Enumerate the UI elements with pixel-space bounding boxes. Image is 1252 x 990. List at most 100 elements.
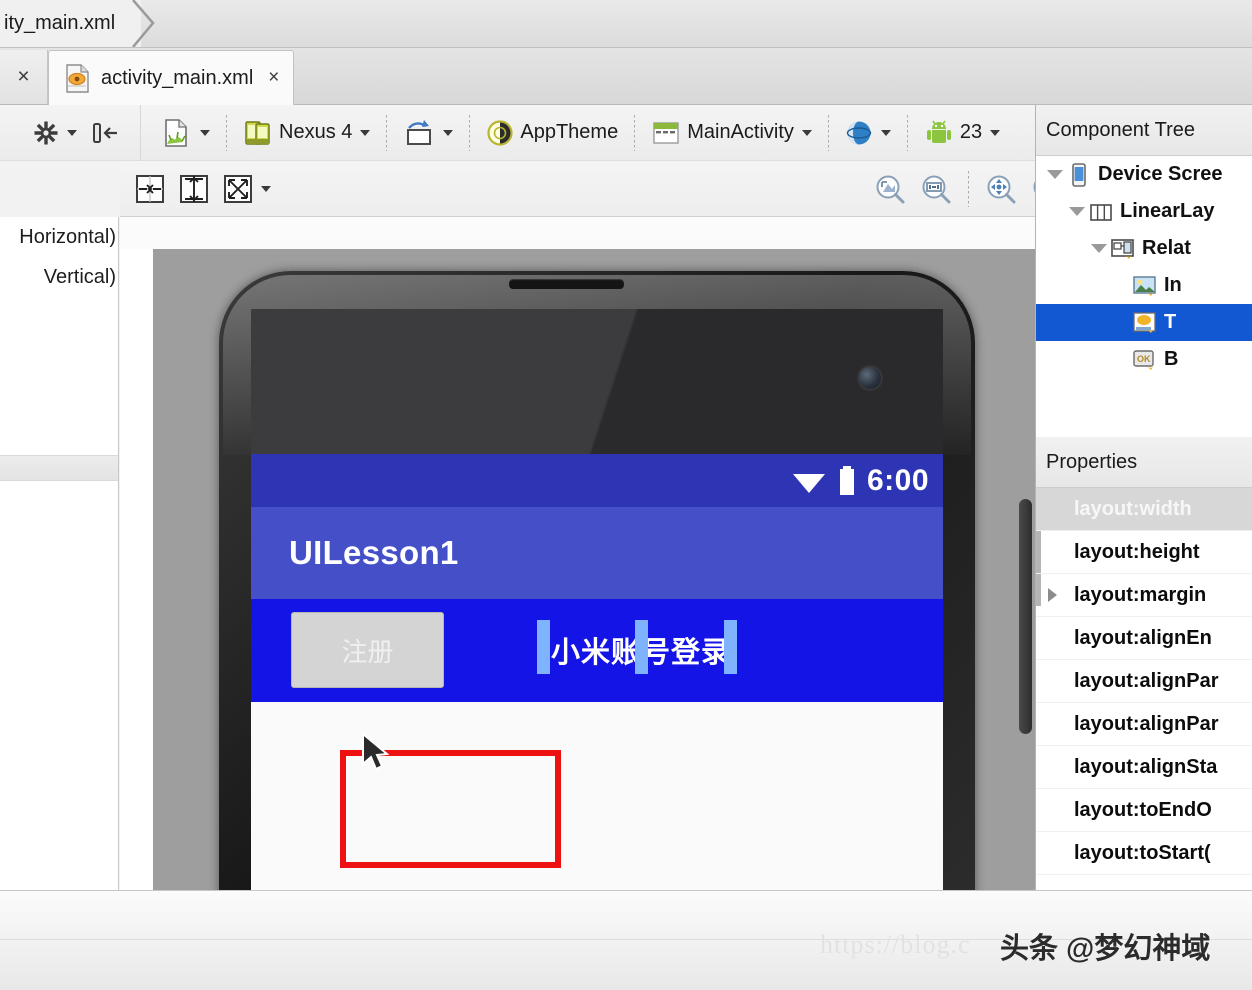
orientation-selector[interactable]: [396, 111, 460, 155]
selection-handle-left[interactable]: [537, 620, 550, 674]
toolbar-divider: [906, 114, 908, 151]
right-tool-panel: Component Tree Device Scree LinearLay Re…: [1035, 105, 1252, 890]
chevron-down-icon: [360, 129, 371, 136]
property-row-layout-alignparent-1[interactable]: layout:alignPar: [1036, 660, 1252, 703]
tree-node-label: Relat: [1142, 237, 1191, 259]
tree-node-relativelayout[interactable]: Relat: [1036, 230, 1252, 267]
toolbar-divider: [968, 170, 969, 207]
tab-close-icon[interactable]: ×: [268, 67, 279, 89]
property-label: layout:alignPar: [1074, 712, 1219, 735]
imageview-icon: [1133, 275, 1156, 296]
property-row-wrap: layout:height: [1036, 531, 1252, 574]
locale-selector[interactable]: [838, 111, 898, 155]
chevron-down-icon: [1047, 170, 1063, 179]
android-action-bar[interactable]: UILesson1: [251, 507, 943, 599]
property-row-layout-height[interactable]: layout:height: [1036, 531, 1252, 574]
design-canvas[interactable]: 6:00 UILesson1 注册 小米账号登录: [120, 217, 1035, 890]
palette-item-linearlayout-horizontal[interactable]: Horizontal): [0, 217, 118, 257]
close-all-tabs-button[interactable]: ×: [0, 50, 48, 104]
editor-tab-bar: × activity_main.xml ×: [0, 48, 1252, 105]
property-label: layout:alignPar: [1074, 669, 1219, 692]
property-row-layout-toendof[interactable]: layout:toEndO: [1036, 789, 1252, 832]
zoom-to-fit-button[interactable]: [867, 167, 913, 211]
align-vertical-center-button[interactable]: [172, 167, 216, 211]
tree-node-button[interactable]: OK B: [1036, 341, 1252, 378]
property-row-layout-alignend[interactable]: layout:alignEn: [1036, 617, 1252, 660]
api-level-selector[interactable]: 23: [917, 111, 1007, 155]
properties-header: Properties: [1036, 437, 1252, 488]
properties-title: Properties: [1046, 450, 1138, 473]
tree-node-label: T: [1164, 311, 1177, 333]
tree-node-device-screen[interactable]: Device Scree: [1036, 156, 1252, 193]
zoom-in-button[interactable]: [978, 167, 1024, 211]
battery-icon: [839, 465, 854, 495]
tab-label: activity_main.xml: [101, 66, 254, 89]
toolbar-divider: [386, 114, 388, 151]
chevron-right-icon[interactable]: [1048, 588, 1057, 602]
align-horizontal-center-button[interactable]: [128, 167, 172, 211]
device-selector[interactable]: Nexus 4: [236, 111, 377, 155]
collapse-panel-button[interactable]: [84, 111, 128, 155]
property-row-layout-alignstart[interactable]: layout:alignSta: [1036, 746, 1252, 789]
tree-node-linearlayout[interactable]: LinearLay: [1036, 193, 1252, 230]
property-row-layout-margin[interactable]: layout:margin: [1036, 574, 1252, 617]
tree-expander[interactable]: [1066, 193, 1088, 230]
align-vertical-icon: [180, 174, 208, 203]
screen-sheen: [251, 309, 943, 454]
watermark-url: https://blog.c: [820, 930, 971, 959]
palette-panel[interactable]: Horizontal) Vertical): [0, 217, 119, 890]
zoom-fit-icon: [876, 175, 905, 203]
breadcrumb-strip: ity_main.xml: [0, 0, 1252, 48]
globe-icon: [846, 121, 872, 144]
activity-selector[interactable]: MainActivity: [644, 111, 819, 155]
tree-node-imageview[interactable]: In: [1036, 267, 1252, 304]
selection-handle-right[interactable]: [724, 620, 737, 674]
layout-variant-button[interactable]: [155, 111, 217, 155]
chevron-down-icon: [443, 129, 454, 136]
breadcrumb-item[interactable]: ity_main.xml: [0, 0, 142, 47]
property-label: layout:margin: [1074, 583, 1207, 606]
properties-list[interactable]: layout:width layout:height layout:margin…: [1036, 488, 1252, 888]
textview-selected[interactable]: 小米账号登录: [537, 620, 737, 674]
relative-layout-container[interactable]: 注册 小米账号登录: [251, 599, 943, 702]
component-tree[interactable]: Device Scree LinearLay Relat In T OK B: [1036, 156, 1252, 437]
wifi-icon: [792, 473, 825, 493]
canvas-top-band: [120, 217, 1035, 249]
chevron-down-icon: [1091, 244, 1107, 253]
expand-all-button[interactable]: [216, 167, 278, 211]
toolbar-divider: [827, 114, 829, 151]
relativelayout-icon: [1111, 238, 1134, 259]
property-label: layout:toStart(: [1074, 841, 1211, 864]
chevron-down-icon: [880, 129, 891, 136]
tree-expander[interactable]: [1088, 230, 1110, 267]
property-row-layout-width[interactable]: layout:width: [1036, 488, 1252, 531]
property-label: layout:width: [1074, 497, 1192, 520]
svg-text:OK: OK: [1137, 354, 1151, 364]
property-label: layout:alignEn: [1074, 626, 1212, 649]
breadcrumb-label: ity_main.xml: [4, 12, 116, 34]
tree-node-textview[interactable]: T: [1036, 304, 1252, 341]
property-row-layout-alignparent-2[interactable]: layout:alignPar: [1036, 703, 1252, 746]
property-label: layout:alignSta: [1074, 755, 1218, 778]
tree-node-label: B: [1164, 348, 1179, 370]
tree-node-label: Device Scree: [1098, 163, 1223, 185]
status-bar-clock: 6:00: [866, 463, 929, 497]
tree-node-label: In: [1164, 274, 1182, 296]
tab-activity-main-xml[interactable]: activity_main.xml ×: [48, 50, 295, 105]
toolbar-divider: [634, 114, 636, 151]
tree-expander-placeholder: [1110, 341, 1132, 378]
zoom-actual-size-button[interactable]: [913, 167, 959, 211]
palette-item-linearlayout-vertical[interactable]: Vertical): [0, 257, 118, 297]
register-button[interactable]: 注册: [291, 612, 444, 688]
settings-gear-button[interactable]: [26, 111, 84, 155]
palette-item-label: Horizontal): [19, 225, 116, 248]
watermark-brand: 头条 @梦幻神域: [1000, 933, 1211, 965]
tree-expander[interactable]: [1044, 156, 1066, 193]
device-backdrop: 6:00 UILesson1 注册 小米账号登录: [153, 249, 1035, 890]
property-row-layout-tostartof[interactable]: layout:toStart(: [1036, 832, 1252, 875]
theme-selector[interactable]: AppTheme: [479, 111, 625, 155]
component-tree-title: Component Tree: [1046, 118, 1195, 141]
component-tree-header: Component Tree: [1036, 105, 1252, 156]
device-screen-icon: [1072, 162, 1086, 187]
selection-handle-middle[interactable]: [635, 620, 648, 674]
